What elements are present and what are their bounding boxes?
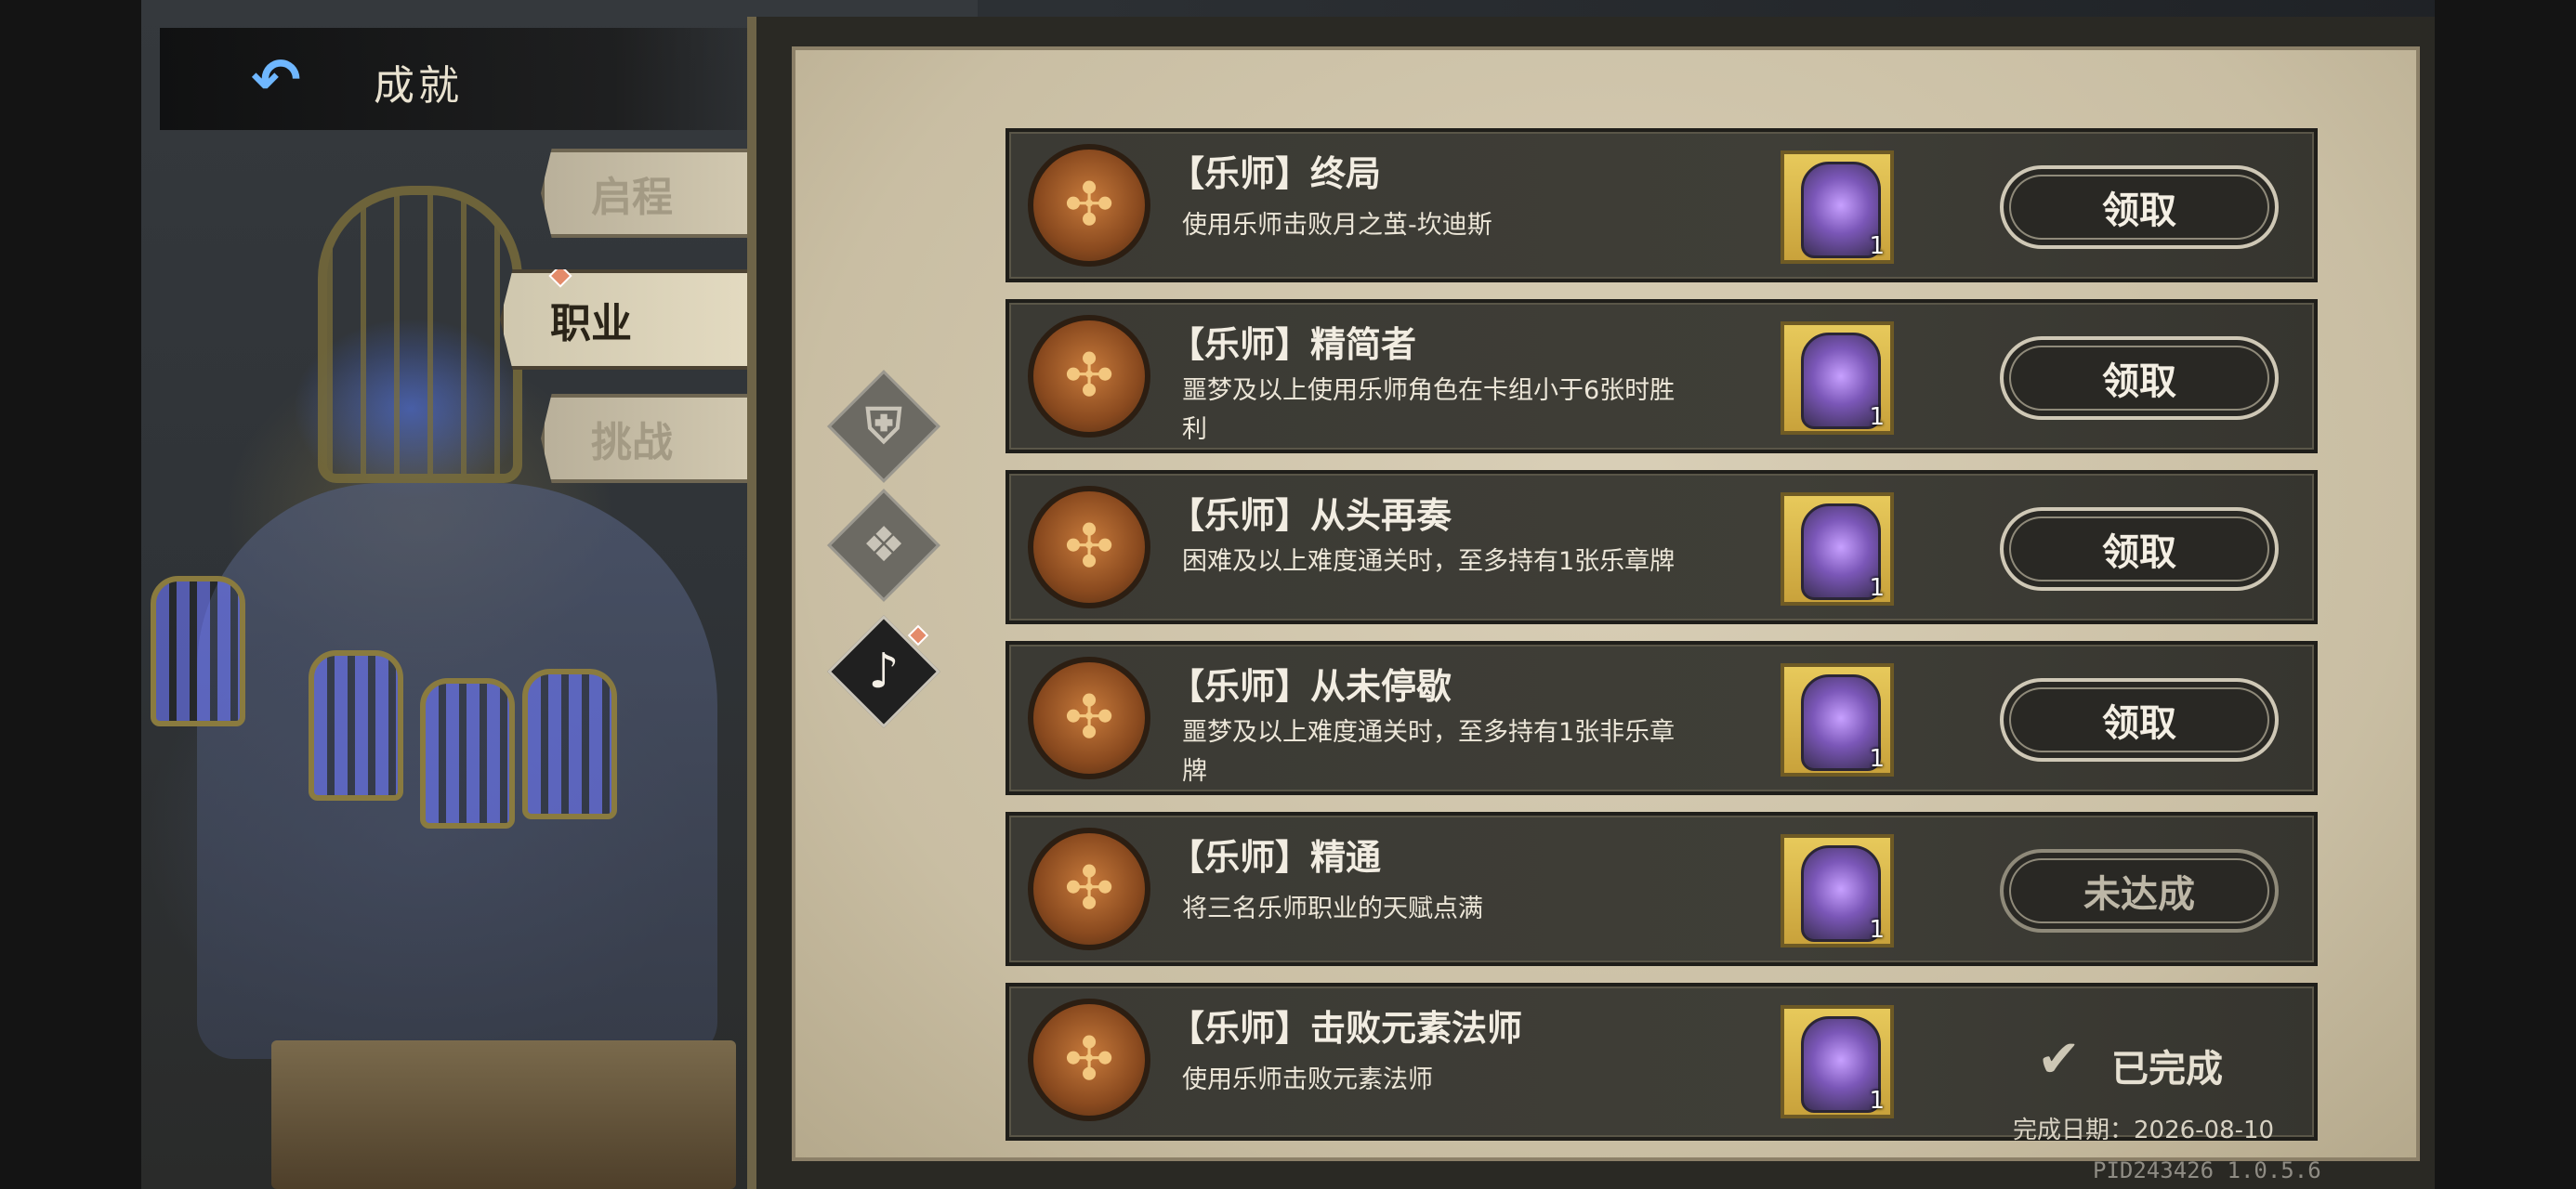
achievement-title: 【乐师】从头再奏 bbox=[1169, 495, 1452, 536]
achievement-desc: 使用乐师击败月之茧-坎迪斯 bbox=[1182, 211, 1492, 240]
reward-slot[interactable]: 1 bbox=[1781, 834, 1894, 947]
claim-button[interactable]: 领取 bbox=[2000, 678, 2279, 762]
achievement-desc: 将三名乐师职业的天赋点满 bbox=[1182, 895, 1483, 923]
reward-count: 1 bbox=[1869, 232, 1885, 260]
achievement-title: 【乐师】从未停歇 bbox=[1169, 666, 1452, 707]
completion-date: 完成日期：2026-08-10 bbox=[2013, 1117, 2275, 1144]
achievement-desc: 噩梦及以上使用乐师角色在卡组小于6张时胜利 bbox=[1182, 376, 1676, 444]
reward-slot[interactable]: 1 bbox=[1781, 150, 1894, 264]
medal-icon: ✣ bbox=[1028, 144, 1150, 267]
achievement-row: ✣ 【乐师】从头再奏 困难及以上难度通关时，至多持有1张乐章牌 1 领取 bbox=[1005, 470, 2318, 624]
medal-icon: ✣ bbox=[1028, 486, 1150, 608]
claim-button[interactable]: 领取 bbox=[2000, 336, 2279, 420]
achievement-row: ✣ 【乐师】精通 将三名乐师职业的天赋点满 1 未达成 bbox=[1005, 812, 2318, 966]
reward-slot[interactable]: 1 bbox=[1781, 492, 1894, 606]
achievement-row: ✣ 【乐师】终局 使用乐师击败月之茧-坎迪斯 1 领取 bbox=[1005, 128, 2318, 282]
game-screen: ↶ 成就 启程 职业 挑战 ⛨ ❖ ♪ ✣ 【乐师】终局 使用乐师击败月之茧-坎… bbox=[141, 0, 2435, 1189]
completed-label: 已完成 bbox=[2111, 1047, 2223, 1091]
achievement-row: ✣ 【乐师】精简者 噩梦及以上使用乐师角色在卡组小于6张时胜利 1 领取 bbox=[1005, 299, 2318, 453]
medal-icon: ✣ bbox=[1028, 828, 1150, 950]
achievement-title: 【乐师】精通 bbox=[1169, 837, 1382, 878]
achievement-list[interactable]: ✣ 【乐师】终局 使用乐师击败月之茧-坎迪斯 1 领取 ✣ 【乐师】精简者 噩梦… bbox=[141, 0, 2435, 1189]
achievement-desc: 使用乐师击败元素法师 bbox=[1182, 1065, 1433, 1094]
achievement-row: ✣ 【乐师】击败元素法师 使用乐师击败元素法师 1 ✔ 已完成 完成日期：202… bbox=[1005, 983, 2318, 1144]
reward-slot[interactable]: 1 bbox=[1781, 1005, 1894, 1118]
medal-icon: ✣ bbox=[1028, 315, 1150, 438]
claim-button[interactable]: 领取 bbox=[2000, 165, 2279, 249]
version-label: PID243426 1.0.5.6 bbox=[2093, 1157, 2321, 1183]
reward-count: 1 bbox=[1869, 574, 1885, 602]
claim-button[interactable]: 领取 bbox=[2000, 507, 2279, 591]
achievement-desc: 困难及以上难度通关时，至多持有1张乐章牌 bbox=[1182, 547, 1676, 576]
not-achieved-button: 未达成 bbox=[2000, 849, 2279, 933]
achievement-desc: 噩梦及以上难度通关时，至多持有1张非乐章牌 bbox=[1182, 718, 1676, 786]
reward-count: 1 bbox=[1869, 1087, 1885, 1115]
achievement-title: 【乐师】精简者 bbox=[1169, 324, 1417, 365]
reward-slot[interactable]: 1 bbox=[1781, 321, 1894, 435]
reward-count: 1 bbox=[1869, 745, 1885, 773]
check-icon: ✔ bbox=[2037, 1029, 2081, 1090]
reward-slot[interactable]: 1 bbox=[1781, 663, 1894, 777]
achievement-row: ✣ 【乐师】从未停歇 噩梦及以上难度通关时，至多持有1张非乐章牌 1 领取 bbox=[1005, 641, 2318, 795]
medal-icon: ✣ bbox=[1028, 657, 1150, 779]
medal-icon: ✣ bbox=[1028, 999, 1150, 1121]
achievement-title: 【乐师】终局 bbox=[1169, 153, 1382, 194]
reward-count: 1 bbox=[1869, 916, 1885, 944]
completed-status: ✔ 已完成 完成日期：2026-08-10 bbox=[2000, 1014, 2297, 1154]
achievement-title: 【乐师】击败元素法师 bbox=[1169, 1008, 1523, 1049]
reward-count: 1 bbox=[1869, 403, 1885, 431]
